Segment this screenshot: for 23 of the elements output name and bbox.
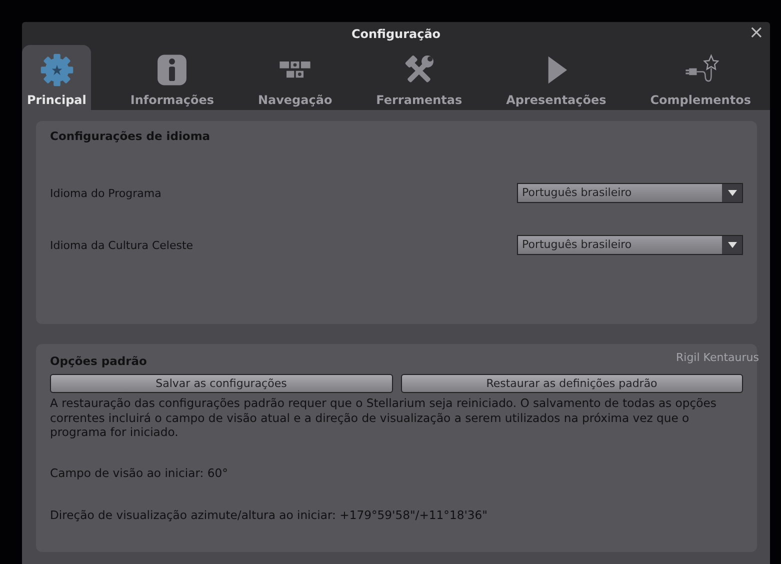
tab[interactable]: Apresentações [501,45,612,110]
action-button[interactable]: Restaurar as definições padrão [400,374,743,393]
window-title: Configuração [351,26,441,40]
setting-label: Idioma do Programa [50,186,162,200]
section-title: Opções padrão [50,354,147,368]
restart-note: A restauração das configurações padrão requer que o Stellarium seja reiniciado. O salvamento de todas as opções correntes incluirá o campo de visão atual e a direção de visualização a serem utilizados na próxima vez que o programa for iniciado. [50,396,718,440]
action-button[interactable]: Salvar as configurações [50,374,392,393]
fov-text: Campo de visão ao iniciar: 60° [50,466,229,480]
direction-text: Direção de visualização azimute/altura ao iniciar: +179°59'58"/+11°18'36" [50,508,488,522]
star-label: Rigil Kentaurus [676,351,759,364]
close-button[interactable]: × [746,24,766,42]
tab[interactable]: Navegação [252,45,338,110]
language-dropdown[interactable]: Português brasileiro [517,183,743,203]
setting-label: Idioma da Cultura Celeste [50,238,194,252]
dropdown-arrow-icon [728,190,736,196]
tab[interactable]: Ferramentas [371,45,468,110]
tab[interactable]: Complementos [645,45,756,110]
gear-icon [38,53,75,87]
tab[interactable]: Informações [125,45,219,110]
language-dropdown[interactable]: Português brasileiro [517,235,743,255]
dropdown-arrow-icon [728,242,736,248]
tab[interactable]: Principal [22,45,92,110]
section-title: Configurações de idioma [50,129,210,143]
